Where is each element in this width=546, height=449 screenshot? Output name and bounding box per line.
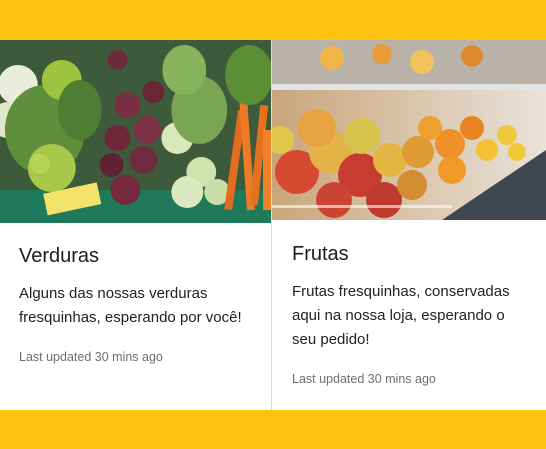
card-description: Alguns das nossas verduras fresquinhas, … [19, 285, 242, 326]
card-description: Frutas fresquinhas, conservadas aqui na … [292, 283, 510, 348]
card-verduras[interactable]: Verduras Alguns das nossas verduras fres… [0, 40, 272, 410]
bottom-yellow-band [0, 410, 546, 449]
last-updated-text: Last updated 30 mins ago [19, 350, 163, 364]
last-updated-text: Last updated 30 mins ago [292, 372, 436, 386]
card-frutas[interactable]: Frutas Frutas fresquinhas, conservadas a… [272, 40, 546, 410]
top-yellow-band [0, 0, 546, 40]
card-title: Verduras [19, 245, 100, 267]
fruits-image [272, 40, 546, 220]
vegetables-photo [0, 40, 271, 223]
vegetables-image [0, 40, 271, 223]
card-title: Frutas [292, 243, 349, 265]
card-group: Verduras Alguns das nossas verduras fres… [0, 40, 546, 410]
fruits-photo [272, 40, 546, 220]
